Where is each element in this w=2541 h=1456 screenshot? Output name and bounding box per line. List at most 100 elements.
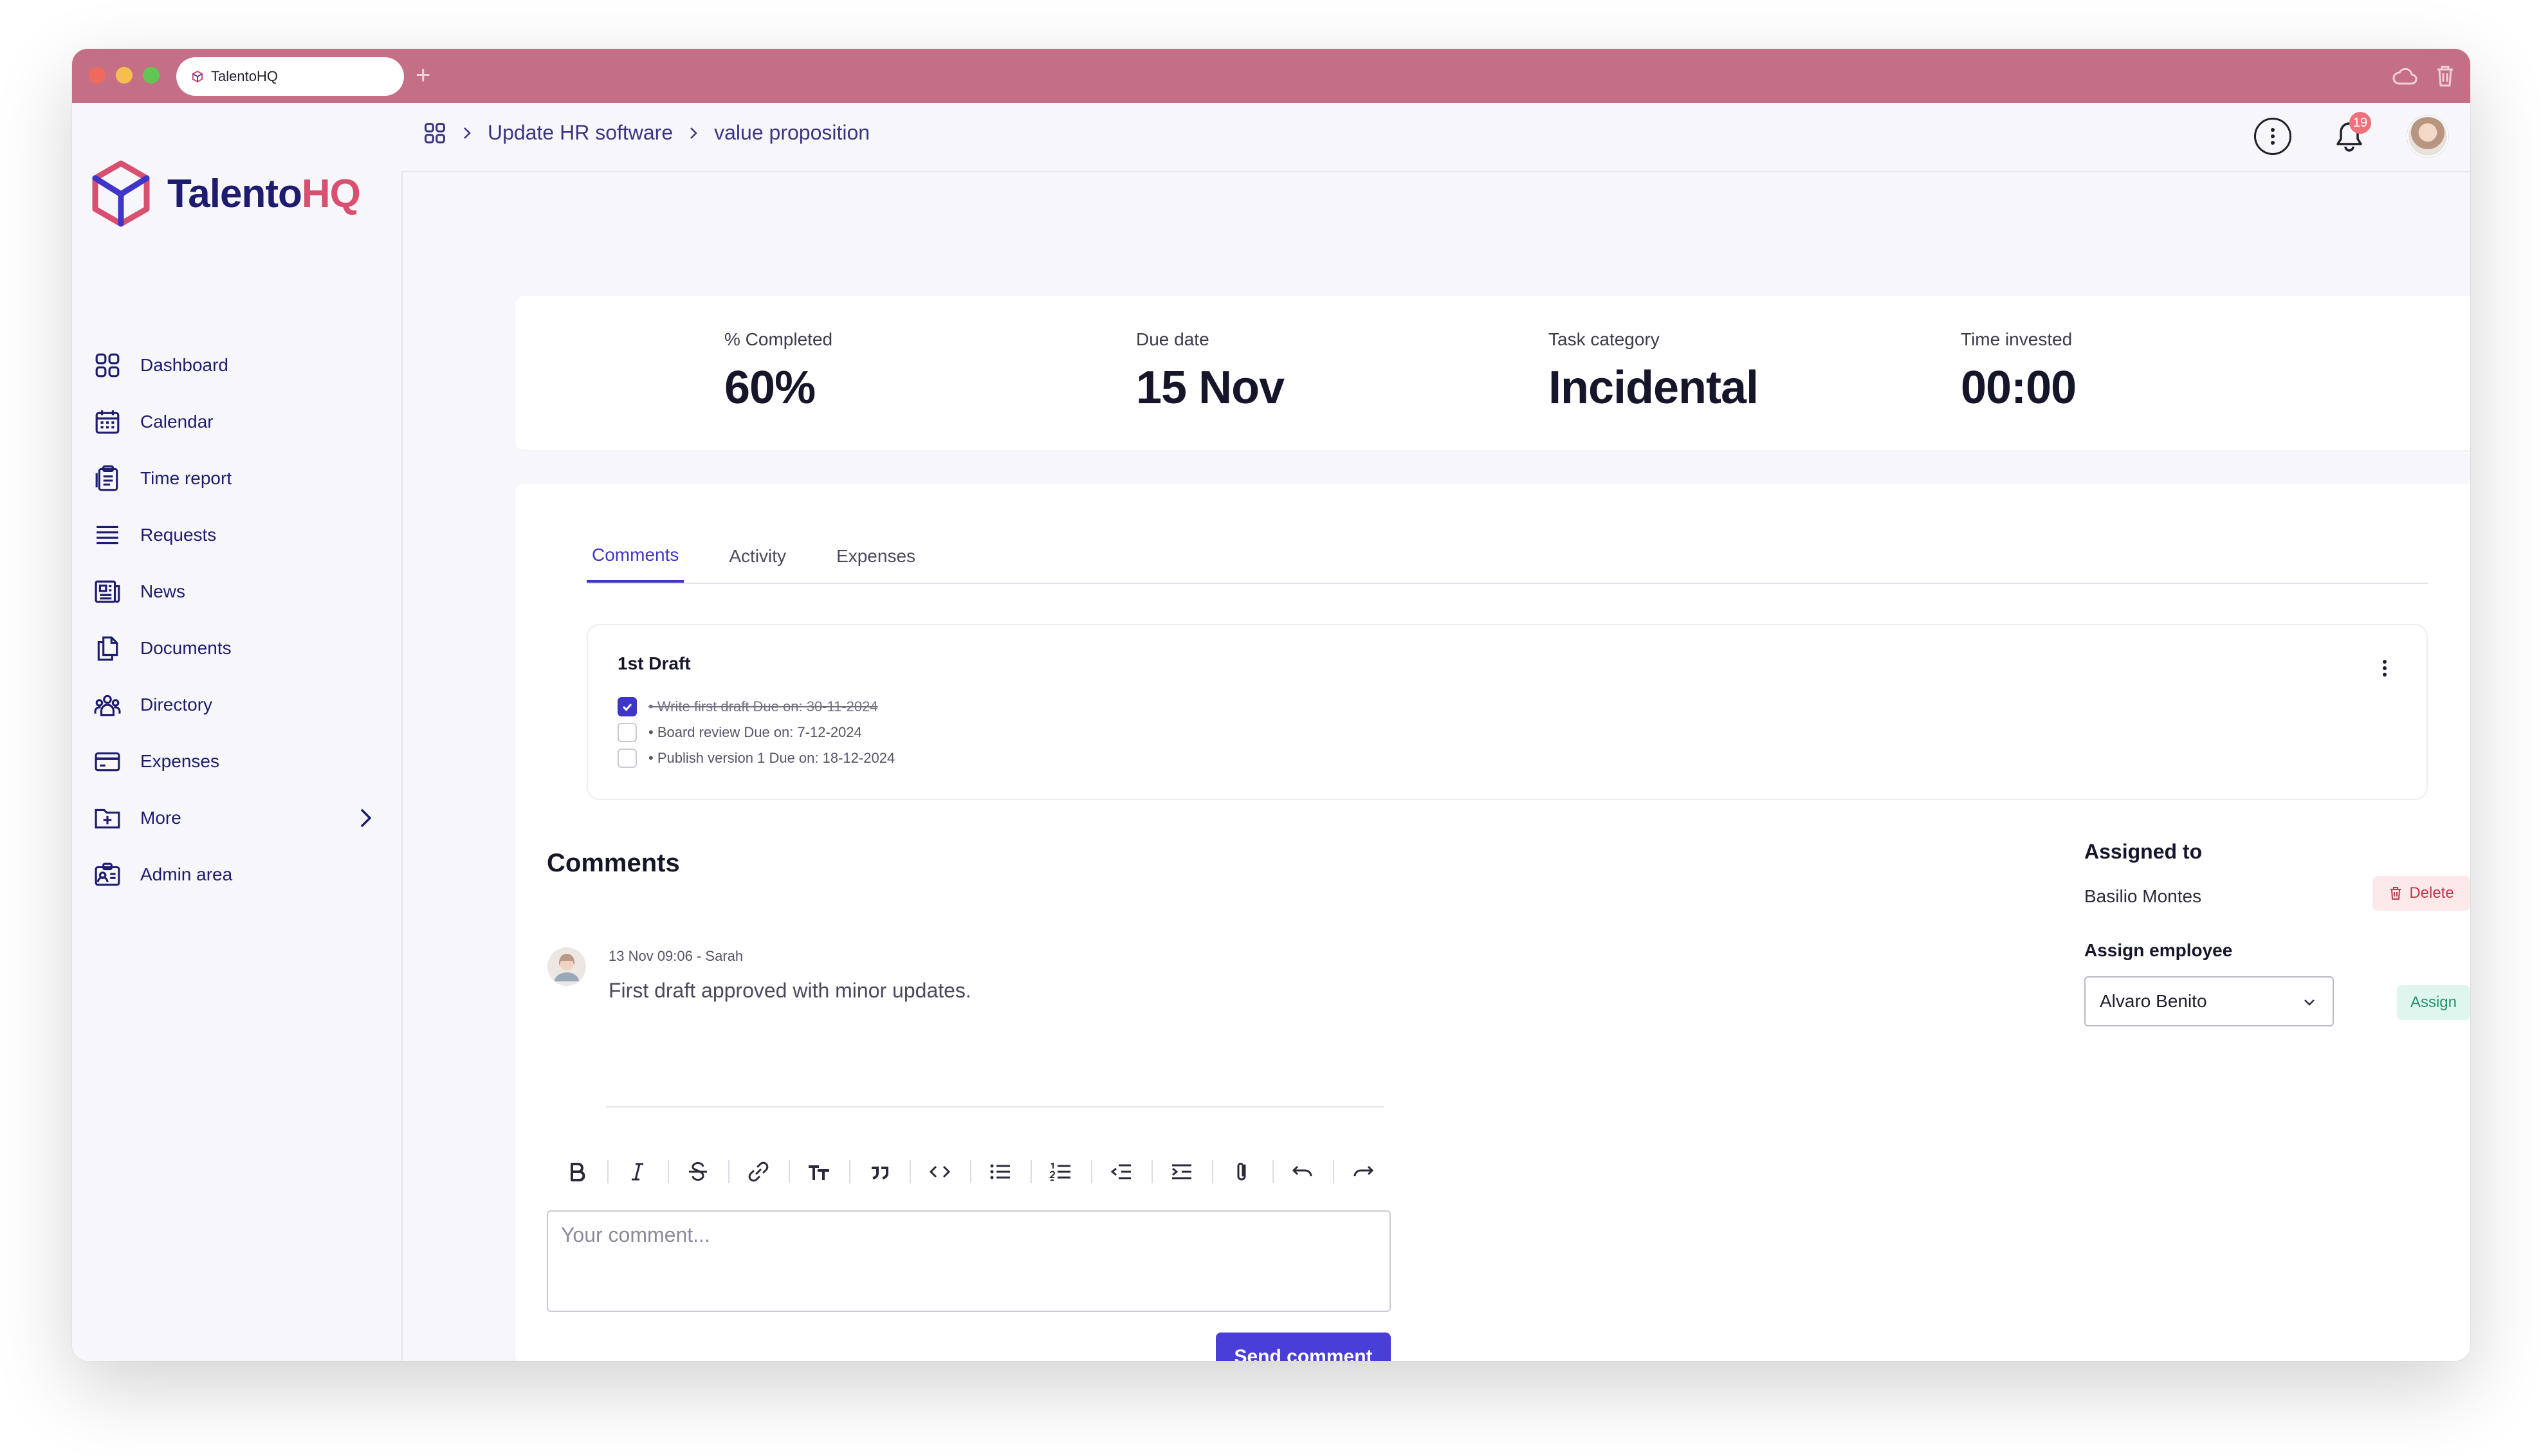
- bullet-list-button[interactable]: [970, 1152, 1031, 1191]
- strikethrough-button[interactable]: [668, 1152, 728, 1191]
- folder-plus-icon: [95, 808, 120, 829]
- notification-badge: 19: [2349, 112, 2371, 134]
- minimize-window-button[interactable]: [116, 67, 133, 84]
- checkmark-icon: [622, 704, 632, 711]
- tab-expenses[interactable]: Expenses: [831, 530, 921, 583]
- sidebar-item-label: Admin area: [140, 864, 233, 884]
- delete-assignee-button[interactable]: Delete: [2372, 876, 2470, 911]
- maximize-window-button[interactable]: [143, 67, 160, 84]
- link-icon: [748, 1161, 769, 1182]
- attachment-button[interactable]: [1212, 1152, 1272, 1191]
- close-window-button[interactable]: [89, 67, 105, 84]
- notifications-button[interactable]: 19: [2329, 112, 2371, 157]
- numbered-list-button[interactable]: [1031, 1152, 1091, 1191]
- browser-tab-title: TalentoHQ: [211, 68, 278, 84]
- sidebar-item-label: Time report: [140, 468, 232, 488]
- people-icon: [94, 695, 121, 716]
- sidebar-item-label: Calendar: [140, 412, 214, 432]
- stat-value: Incidental: [1548, 362, 1759, 414]
- card-icon: [95, 752, 120, 772]
- sidebar-item-label: More: [140, 808, 181, 828]
- more-options-button[interactable]: [2254, 118, 2291, 155]
- sidebar-item-label: Expenses: [140, 751, 219, 771]
- comment-input[interactable]: Your comment...: [547, 1210, 1391, 1312]
- browser-tab[interactable]: TalentoHQ: [176, 57, 404, 96]
- app-logo[interactable]: TalentoHQ: [90, 159, 361, 228]
- italic-icon: [632, 1163, 643, 1181]
- tab-comments[interactable]: Comments: [587, 530, 684, 583]
- tab-activity[interactable]: Activity: [724, 530, 791, 583]
- task-detail-panel: Comments Activity Expenses 1st Draft • W…: [515, 484, 2470, 1361]
- stat-completed: % Completed 60%: [724, 329, 832, 414]
- sidebar-nav: Dashboard Calendar Time report Requests …: [94, 337, 377, 903]
- clipboard-icon: [95, 465, 118, 491]
- sidebar-item-time-report[interactable]: Time report: [94, 450, 377, 507]
- sidebar-item-calendar[interactable]: Calendar: [94, 394, 377, 450]
- stat-label: % Completed: [724, 329, 833, 349]
- trash-icon[interactable]: [2434, 64, 2456, 87]
- quote-button[interactable]: [849, 1152, 910, 1191]
- redo-button[interactable]: [1333, 1152, 1393, 1191]
- trash-icon: [2390, 887, 2401, 900]
- sidebar-item-dashboard[interactable]: Dashboard: [94, 337, 377, 394]
- cloud-icon[interactable]: [2392, 64, 2417, 87]
- text-size-button[interactable]: [789, 1152, 849, 1191]
- code-button[interactable]: [910, 1152, 970, 1191]
- stat-label: Time invested: [1961, 329, 2073, 349]
- quote-icon: [872, 1167, 888, 1179]
- sidebar-item-more[interactable]: More: [94, 790, 377, 846]
- indent-button[interactable]: [1151, 1152, 1212, 1191]
- undo-button[interactable]: [1272, 1152, 1333, 1191]
- breadcrumb: Update HR software value proposition: [423, 121, 870, 145]
- assigned-to-heading: Assigned to: [2084, 840, 2203, 863]
- divider: [606, 1106, 1384, 1107]
- employee-select[interactable]: Alvaro Benito: [2084, 976, 2334, 1026]
- sidebar-item-expenses[interactable]: Expenses: [94, 733, 377, 790]
- sidebar-item-label: Documents: [140, 638, 232, 658]
- bold-icon: [571, 1163, 585, 1181]
- checklist-item-text: • Board review Due on: 7-12-2024: [648, 724, 862, 740]
- sidebar-item-requests[interactable]: Requests: [94, 507, 377, 563]
- bullet-list-icon: [990, 1164, 1010, 1179]
- undo-icon: [1292, 1165, 1312, 1177]
- list-icon: [96, 525, 118, 545]
- breadcrumb-item[interactable]: Update HR software: [488, 121, 673, 145]
- stat-label: Task category: [1548, 329, 1660, 349]
- documents-icon: [97, 636, 118, 661]
- bold-button[interactable]: [547, 1152, 607, 1191]
- italic-button[interactable]: [607, 1152, 668, 1191]
- sidebar-item-label: Requests: [140, 525, 217, 545]
- checkbox[interactable]: [618, 723, 637, 742]
- new-tab-button[interactable]: +: [416, 59, 430, 91]
- send-comment-button[interactable]: Send comment: [1216, 1333, 1391, 1361]
- comment-text: First draft approved with minor updates.: [609, 979, 971, 1002]
- commenter-avatar: [547, 947, 586, 986]
- link-button[interactable]: [728, 1152, 789, 1191]
- stat-label: Due date: [1136, 329, 1209, 349]
- sidebar-item-directory[interactable]: Directory: [94, 677, 377, 733]
- kebab-icon[interactable]: [2381, 659, 2388, 678]
- numbered-list-icon: [1049, 1162, 1070, 1181]
- checklist-item: • Write first draft Due on: 30-11-2024: [618, 697, 878, 716]
- checkbox[interactable]: [618, 749, 637, 768]
- sidebar-item-admin-area[interactable]: Admin area: [94, 846, 377, 903]
- grid-icon[interactable]: [423, 122, 446, 145]
- checkbox[interactable]: [618, 697, 637, 716]
- sidebar-item-label: Dashboard: [140, 355, 228, 375]
- checklist-item: • Board review Due on: 7-12-2024: [618, 723, 862, 742]
- stat-value: 60%: [724, 362, 816, 414]
- outdent-button[interactable]: [1091, 1152, 1151, 1191]
- sidebar-item-documents[interactable]: Documents: [94, 620, 377, 677]
- breadcrumb-item[interactable]: value proposition: [714, 121, 870, 145]
- sidebar-item-label: Directory: [140, 695, 213, 714]
- chevron-right-icon: [690, 127, 697, 139]
- chevron-right-icon[interactable]: [354, 806, 377, 830]
- assign-button[interactable]: Assign: [2397, 985, 2470, 1020]
- user-avatar[interactable]: [2407, 116, 2448, 157]
- sidebar-item-label: News: [140, 581, 186, 601]
- checklist-item-text: • Publish version 1 Due on: 18-12-2024: [648, 750, 895, 766]
- top-bar: Update HR software value proposition 19: [401, 103, 2470, 172]
- calendar-icon: [95, 410, 120, 434]
- sidebar-item-news[interactable]: News: [94, 563, 377, 620]
- stat-task-category: Task category Incidental: [1548, 329, 1759, 414]
